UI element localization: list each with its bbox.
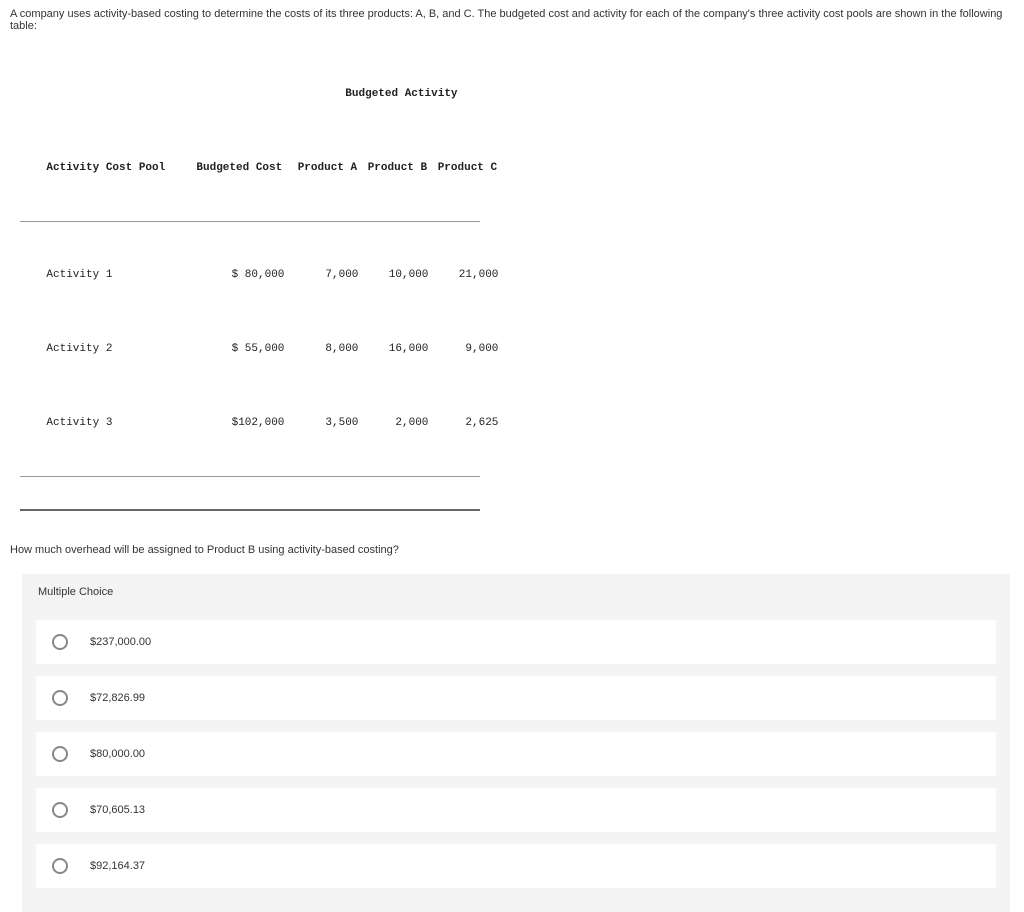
cell-budget: $ 55,000 <box>196 342 296 357</box>
cell-budget: $102,000 <box>196 416 296 431</box>
table-rule <box>20 221 480 222</box>
cell-a: 8,000 <box>296 342 366 357</box>
question-text: How much overhead will be assigned to Pr… <box>0 534 1024 574</box>
col-header-pool: Activity Cost Pool <box>46 161 196 176</box>
col-header-budget: Budgeted Cost <box>196 161 296 176</box>
cost-table: Budgeted Activity Activity Cost PoolBudg… <box>0 36 1024 534</box>
cell-pool: Activity 3 <box>46 416 196 431</box>
option-label: $72,826.99 <box>90 692 145 704</box>
col-header-c: Product C <box>436 161 506 176</box>
cell-budget: $ 80,000 <box>196 268 296 283</box>
cell-a: 3,500 <box>296 416 366 431</box>
radio-icon[interactable] <box>52 746 68 762</box>
table-rule-bottom <box>20 509 480 511</box>
option-row[interactable]: $80,000.00 <box>36 732 996 776</box>
option-row[interactable]: $72,826.99 <box>36 676 996 720</box>
option-label: $92,164.37 <box>90 860 145 872</box>
problem-prompt: A company uses activity-based costing to… <box>0 0 1024 36</box>
cell-c: 9,000 <box>436 342 506 357</box>
table-rule <box>20 476 480 477</box>
cell-b: 10,000 <box>366 268 436 283</box>
radio-icon[interactable] <box>52 690 68 706</box>
option-label: $70,605.13 <box>90 804 145 816</box>
mc-title: Multiple Choice <box>36 584 996 608</box>
multiple-choice-block: Multiple Choice $237,000.00 $72,826.99 $… <box>22 574 1010 912</box>
option-row[interactable]: $237,000.00 <box>36 620 996 664</box>
radio-icon[interactable] <box>52 634 68 650</box>
cell-c: 21,000 <box>436 268 506 283</box>
option-row[interactable]: $70,605.13 <box>36 788 996 832</box>
radio-icon[interactable] <box>52 858 68 874</box>
cell-b: 16,000 <box>366 342 436 357</box>
col-header-a: Product A <box>296 161 366 176</box>
cell-pool: Activity 2 <box>46 342 196 357</box>
radio-icon[interactable] <box>52 802 68 818</box>
table-header-group: Budgeted Activity <box>296 87 506 102</box>
option-label: $80,000.00 <box>90 748 145 760</box>
cell-b: 2,000 <box>366 416 436 431</box>
cell-a: 7,000 <box>296 268 366 283</box>
col-header-b: Product B <box>366 161 436 176</box>
cell-pool: Activity 1 <box>46 268 196 283</box>
option-row[interactable]: $92,164.37 <box>36 844 996 888</box>
option-label: $237,000.00 <box>90 636 151 648</box>
cell-c: 2,625 <box>436 416 506 431</box>
